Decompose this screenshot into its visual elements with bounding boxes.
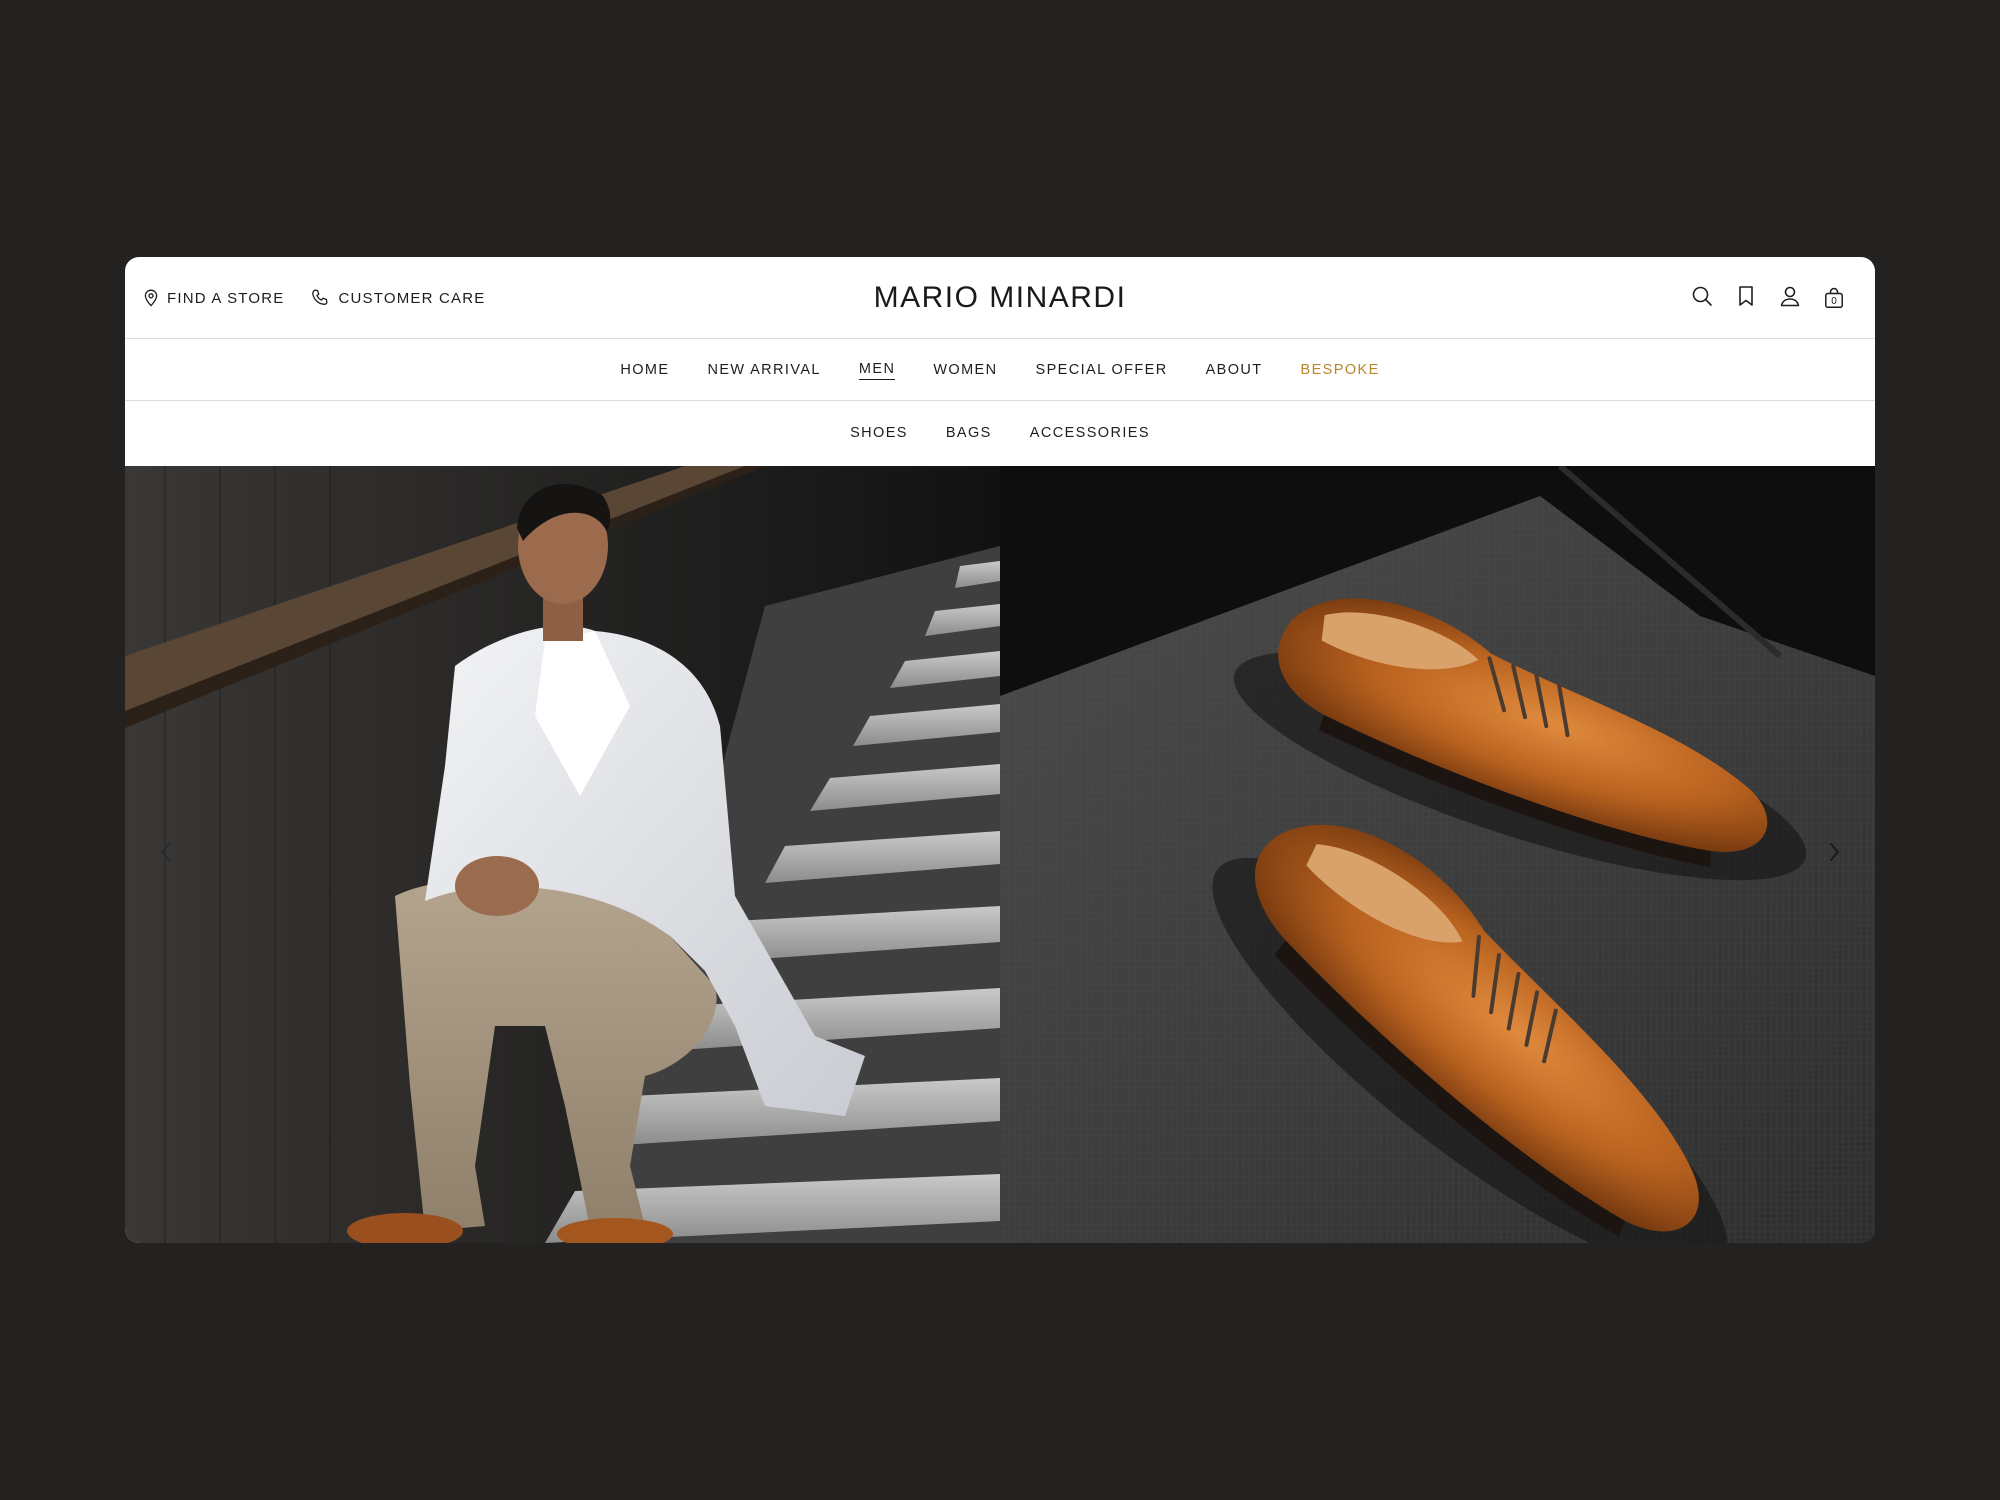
nav-item-special-offer[interactable]: SPECIAL OFFER: [1036, 360, 1168, 380]
location-pin-icon: [143, 289, 159, 307]
main-nav: HOME NEW ARRIVAL MEN WOMEN SPECIAL OFFER…: [125, 339, 1875, 401]
wishlist-button[interactable]: [1735, 285, 1757, 312]
subnav-item-shoes[interactable]: SHOES: [850, 423, 908, 443]
carousel-prev-button[interactable]: [150, 835, 180, 875]
account-button[interactable]: [1779, 285, 1801, 312]
hero-carousel: [125, 466, 1875, 1243]
nav-item-new-arrival[interactable]: NEW ARRIVAL: [707, 360, 820, 380]
browser-window: FIND A STORE CUSTOMER CARE MARIO MINARDI: [125, 257, 1875, 1243]
find-store-label: FIND A STORE: [167, 289, 285, 307]
customer-care-link[interactable]: CUSTOMER CARE: [310, 288, 485, 308]
sub-nav: SHOES BAGS ACCESSORIES: [125, 401, 1875, 464]
cart-count: 0: [1831, 296, 1837, 307]
find-store-link[interactable]: FIND A STORE: [143, 289, 284, 307]
nav-item-women[interactable]: WOMEN: [933, 360, 997, 380]
chevron-left-icon: [158, 841, 172, 868]
cart-button[interactable]: 0: [1823, 287, 1845, 309]
user-icon: [1779, 285, 1801, 312]
phone-icon: [310, 288, 330, 308]
nav-item-men[interactable]: MEN: [858, 359, 896, 380]
nav-item-home[interactable]: HOME: [620, 360, 669, 380]
bag-icon: 0: [1823, 287, 1845, 309]
brand-logo[interactable]: MARIO MINARDI: [874, 281, 1127, 315]
bookmark-icon: [1736, 285, 1756, 312]
subnav-item-accessories[interactable]: ACCESSORIES: [1030, 423, 1150, 443]
nav-item-about[interactable]: ABOUT: [1206, 360, 1263, 380]
carousel-next-button[interactable]: [1820, 835, 1850, 875]
utility-links: FIND A STORE CUSTOMER CARE: [143, 257, 486, 339]
nav-item-bespoke[interactable]: BESPOKE: [1301, 360, 1380, 380]
subnav-item-bags[interactable]: BAGS: [946, 423, 992, 443]
header-actions: 0: [1691, 257, 1845, 339]
utility-bar: FIND A STORE CUSTOMER CARE MARIO MINARDI: [125, 257, 1875, 339]
search-button[interactable]: [1691, 285, 1713, 312]
search-icon: [1691, 285, 1713, 312]
customer-care-label: CUSTOMER CARE: [338, 289, 486, 307]
hero-image-model: [125, 466, 1000, 1243]
chevron-right-icon: [1828, 841, 1842, 868]
hero-image-shoes: [1000, 466, 1875, 1243]
